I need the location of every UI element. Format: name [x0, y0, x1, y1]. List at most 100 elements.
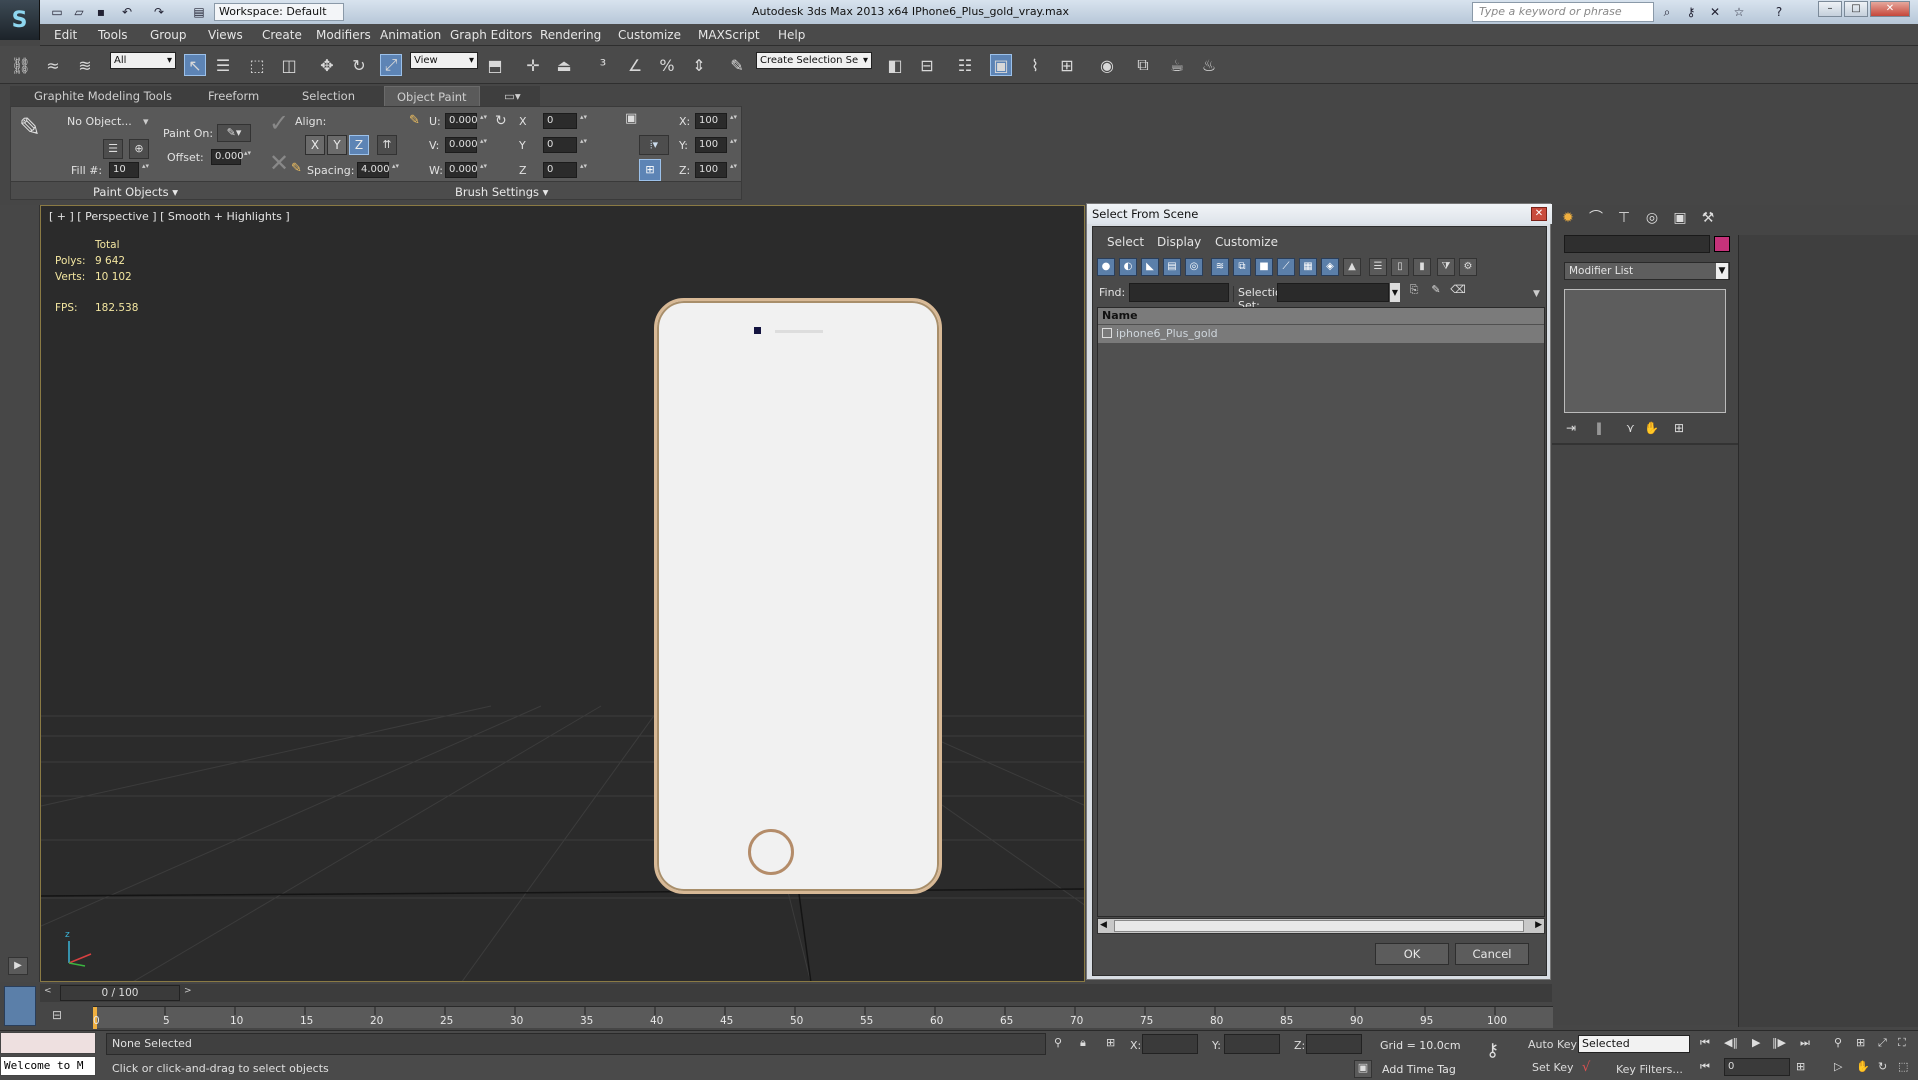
- menu-tools[interactable]: Tools: [98, 28, 128, 42]
- absolute-mode-icon[interactable]: ⊞: [1106, 1036, 1115, 1049]
- mini-curve-editor-icon[interactable]: [4, 986, 36, 1026]
- time-config-icon[interactable]: ⊞: [1796, 1060, 1805, 1073]
- selection-filter-dropdown[interactable]: All: [110, 52, 176, 69]
- bind-spacewarp-icon[interactable]: ≋: [74, 54, 96, 76]
- scale-x-spinner[interactable]: 100: [695, 113, 738, 129]
- maximize-button[interactable]: □: [1844, 1, 1868, 17]
- field-of-view-icon[interactable]: ▷: [1834, 1060, 1842, 1073]
- paint-object-dropdown-icon[interactable]: ▾: [143, 115, 149, 128]
- zoom-extents-all-icon[interactable]: ⛶: [1898, 1036, 1906, 1050]
- save-icon[interactable]: ▪: [92, 3, 110, 21]
- isolate-selection-icon[interactable]: ⚲: [1054, 1036, 1062, 1049]
- object-name-input[interactable]: [1564, 235, 1710, 253]
- offset-spinner[interactable]: 0.000: [211, 149, 252, 165]
- scale-lock-icon[interactable]: ⊞: [639, 159, 661, 181]
- link-icon[interactable]: ⛓: [10, 54, 32, 76]
- menu-rendering[interactable]: Rendering: [540, 28, 601, 42]
- graphite-toggle-icon[interactable]: ▣: [990, 54, 1012, 76]
- scale-z-spinner[interactable]: 100: [695, 162, 738, 178]
- tools-icon[interactable]: ✕: [1706, 3, 1724, 21]
- display-tab-icon[interactable]: ▣: [1670, 208, 1690, 228]
- time-slider[interactable]: 0 / 100: [60, 985, 180, 1001]
- select-object-icon[interactable]: ↖: [184, 54, 206, 76]
- menu-edit[interactable]: Edit: [54, 28, 77, 42]
- selection-set-arrow-icon[interactable]: ▼: [1390, 283, 1400, 302]
- horizontal-scrollbar[interactable]: ◀ ▶: [1097, 918, 1545, 934]
- dialog-close-button[interactable]: ✕: [1531, 207, 1547, 221]
- material-editor-icon[interactable]: ◉: [1096, 54, 1118, 76]
- tab-graphite-modeling-tools[interactable]: Graphite Modeling Tools: [34, 89, 172, 103]
- search-input[interactable]: Type a keyword or phrase: [1472, 2, 1654, 22]
- u-spinner[interactable]: 0.000: [445, 113, 488, 129]
- motion-tab-icon[interactable]: ◎: [1642, 208, 1662, 228]
- rotate-y-spinner[interactable]: 0: [543, 137, 588, 153]
- auto-key-button[interactable]: Auto Key: [1528, 1038, 1577, 1051]
- filter-helpers-icon[interactable]: ◎: [1185, 258, 1203, 276]
- zoom-all-icon[interactable]: ⊞: [1856, 1036, 1865, 1049]
- selset-edit-icon[interactable]: ✎: [1427, 283, 1445, 301]
- curve-editor-icon[interactable]: ⌇: [1024, 54, 1046, 76]
- set-key-button[interactable]: Set Key: [1532, 1061, 1574, 1074]
- filter-xrefs-icon[interactable]: ■: [1255, 258, 1273, 276]
- rendered-frame-icon[interactable]: ☕: [1166, 54, 1188, 76]
- maxscript-listener-mini[interactable]: [0, 1032, 96, 1054]
- scale-brush-icon[interactable]: ▣: [625, 111, 643, 129]
- commit-check-icon[interactable]: ✓: [269, 109, 297, 137]
- set-key-icon[interactable]: ⚷: [1486, 1040, 1499, 1061]
- rotate-z-spinner[interactable]: 0: [543, 162, 588, 178]
- menu-group[interactable]: Group: [150, 28, 187, 42]
- percent-snap-icon[interactable]: %: [656, 54, 678, 76]
- previous-frame-icon[interactable]: ◀‖: [1724, 1036, 1738, 1049]
- filter-hidden-icon[interactable]: ▲: [1343, 258, 1361, 276]
- y-coord-input[interactable]: [1224, 1034, 1280, 1054]
- x-coord-input[interactable]: [1142, 1034, 1198, 1054]
- keyboard-shortcut-icon[interactable]: ⏏: [553, 54, 575, 76]
- menu-help[interactable]: Help: [778, 28, 805, 42]
- menu-modifiers[interactable]: Modifiers: [316, 28, 371, 42]
- spinner-snap-icon[interactable]: ⇕: [688, 54, 710, 76]
- selset-delete-icon[interactable]: ⌫: [1449, 283, 1467, 301]
- toolbar-overflow-icon[interactable]: ▼: [1533, 289, 1540, 299]
- hierarchy-tab-icon[interactable]: ⊤: [1614, 208, 1634, 228]
- tab-selection[interactable]: Selection: [302, 89, 355, 103]
- binoculars-icon[interactable]: ⌕: [1658, 3, 1676, 21]
- key-icon[interactable]: ⚷: [1682, 3, 1700, 21]
- mirror-icon[interactable]: ◧: [884, 54, 906, 76]
- tab-freeform[interactable]: Freeform: [208, 89, 259, 103]
- align-normal-icon[interactable]: ⇈: [377, 135, 397, 155]
- v-spinner[interactable]: 0.000: [445, 137, 488, 153]
- paint-object-picker[interactable]: No Object...: [67, 115, 132, 128]
- edit-named-selection-icon[interactable]: ✎: [726, 54, 748, 76]
- maximize-viewport-icon[interactable]: ⬚: [1898, 1060, 1908, 1073]
- spacing-spinner[interactable]: 4.000: [357, 162, 400, 178]
- time-prev-icon[interactable]: <: [44, 986, 52, 996]
- pick-list-icon[interactable]: ☰: [103, 139, 123, 159]
- show-end-result-icon[interactable]: ‖: [1596, 421, 1602, 435]
- filter-frozen-icon[interactable]: ◈: [1321, 258, 1339, 276]
- angle-snap-icon[interactable]: ∠: [624, 54, 646, 76]
- maxscript-input[interactable]: Welcome to M: [0, 1056, 96, 1076]
- minimize-button[interactable]: –: [1818, 1, 1842, 17]
- next-frame-icon[interactable]: ‖▶: [1772, 1036, 1786, 1049]
- rectangular-selection-icon[interactable]: ⬚: [246, 54, 268, 76]
- expand-panel-icon[interactable]: ▶: [8, 957, 28, 975]
- undo-icon[interactable]: ↶: [118, 3, 136, 21]
- viewport-label[interactable]: [ + ] [ Perspective ] [ Smooth + Highlig…: [49, 210, 290, 223]
- render-setup-icon[interactable]: ⧉: [1132, 54, 1154, 76]
- object-list[interactable]: Name iphone6_Plus_gold: [1097, 307, 1545, 917]
- manipulate-icon[interactable]: ✛: [522, 54, 544, 76]
- pin-stack-icon[interactable]: ⇥: [1566, 421, 1576, 435]
- create-tab-icon[interactable]: ✹: [1558, 208, 1578, 228]
- align-dropdown[interactable]: Align:: [295, 115, 326, 128]
- zoom-extents-icon[interactable]: ⤢: [1878, 1036, 1887, 1050]
- paint-brush-icon[interactable]: ✎: [19, 113, 49, 169]
- menu-animation[interactable]: Animation: [380, 28, 441, 42]
- align-z-button[interactable]: Z: [349, 135, 369, 155]
- filter-geometry-icon[interactable]: ●: [1097, 258, 1115, 276]
- time-tag-icon[interactable]: ▣: [1354, 1060, 1372, 1078]
- dialog-menu-select[interactable]: Select: [1107, 235, 1144, 249]
- filter-settings-icon[interactable]: ⚙: [1459, 258, 1477, 276]
- current-frame-input[interactable]: 0: [1724, 1058, 1790, 1076]
- filter-cameras-icon[interactable]: ▤: [1163, 258, 1181, 276]
- key-filters-button[interactable]: Key Filters...: [1616, 1063, 1683, 1076]
